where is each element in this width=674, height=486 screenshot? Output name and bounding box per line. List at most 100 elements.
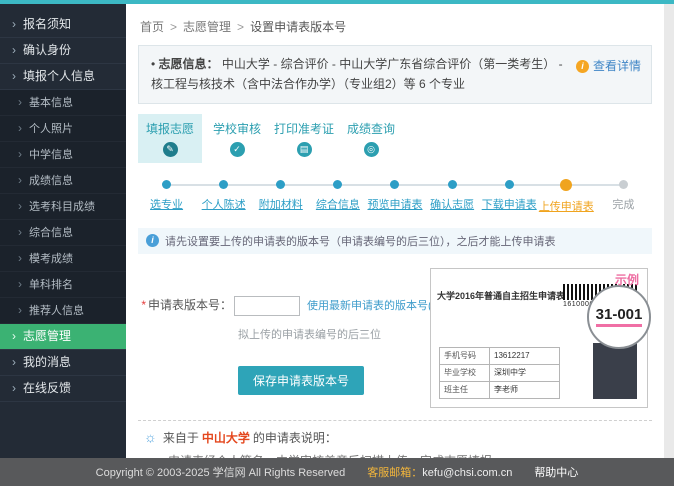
step-dot [447,179,457,189]
sidebar: › 报名须知 › 确认身份 › 填报个人信息 › 基本信息 › 个人照片 › 中学信息 › 成… [0,4,126,458]
sidebar-item-label: 中学信息 [29,149,73,161]
step-label[interactable]: 下载申请表 [481,196,538,212]
sidebar-item-label: 模考成绩 [29,253,73,265]
sidebar-item-personal-info[interactable]: › 填报个人信息 [0,64,126,90]
sidebar-item-photo[interactable]: › 个人照片 [0,116,126,142]
tab-print-ticket[interactable]: 打印准考证 ▤ [272,114,336,163]
check-icon: ✓ [229,141,245,157]
sidebar-item-subject-rank[interactable]: › 单科排名 [0,272,126,298]
step-dot [390,179,400,189]
version-field-label: * 申请表版本号： [141,297,232,312]
table-row: 班主任 李老师 [439,380,560,399]
sidebar-item-label: 我的消息 [23,355,72,369]
sidebar-item-notice[interactable]: › 报名须知 [0,12,126,38]
chevron-right-icon: › [18,225,22,239]
chevron-right-icon: › [18,147,22,161]
step-dot [219,179,229,189]
sidebar-item-label: 报名须知 [23,17,72,31]
tab-label: 填报志愿 [145,121,194,136]
main-content: 首页 > 志愿管理 > 设置申请表版本号 • 志愿信息： 中山大学 - 综合评价 - 中… [126,4,664,458]
sidebar-item-mock-scores[interactable]: › 模考成绩 [0,246,126,272]
tab-label: 学校审核 [212,121,261,136]
help-center-link[interactable]: 帮助中心 [534,464,578,480]
version-input[interactable] [234,295,300,316]
chevron-right-icon: › [18,251,22,265]
tab-fill-volunteer[interactable]: 填报志愿 ✎ [138,113,202,163]
sidebar-item-label: 填报个人信息 [23,69,96,83]
step-preview-form: 预览申请表 [366,179,423,214]
step-additional-materials: 附加材料 [252,179,309,214]
step-personal-statement: 个人陈述 [195,179,252,214]
print-icon: ▤ [296,141,312,157]
sidebar-item-recommender[interactable]: › 推荐人信息 [0,298,126,324]
tip-bulb-icon: ☼ [144,429,157,446]
step-label[interactable]: 个人陈述 [195,196,252,212]
sidebar-item-volunteer-management[interactable]: › 志愿管理 [0,324,126,350]
step-label[interactable]: 选专业 [138,196,195,212]
sidebar-item-feedback[interactable]: › 在线反馈 [0,376,126,402]
step-label[interactable]: 附加材料 [252,196,309,212]
sidebar-item-score-info[interactable]: › 成绩信息 [0,168,126,194]
save-version-button[interactable]: 保存申请表版本号 [238,365,365,395]
sidebar-item-label: 基本信息 [29,97,73,109]
tab-score-query[interactable]: 成绩查询 ◎ [339,114,403,163]
sample-tag: 示例 [614,272,639,287]
sidebar-item-label: 确认身份 [23,43,72,57]
volunteer-info-text: • 志愿信息： 中山大学 - 综合评价 - 中山大学广东省综合评价（第一类考生）… [151,54,576,95]
tip-title: 来自于 中山大学 的申请表说明： [162,430,337,445]
info-icon: i [575,59,589,73]
step-upload-form: 上传申请表 [538,178,595,214]
form-description: ☼ 来自于中山大学的申请表说明： 申请表经个人签名、中学审核盖章后扫描上传，完成… [138,421,652,458]
sample-cell-value: 13612217 [489,346,560,365]
step-confirm-volunteer: 确认志愿 [424,179,481,214]
progress-stepper: 选专业 个人陈述 附加材料 综合信息 预览申请表 确认志愿 下载申请表 上传申请… [138,178,652,214]
step-finish: 完成 [595,179,652,214]
step-label[interactable]: 确认志愿 [424,196,481,212]
contact-label: 客服邮箱： [367,467,423,479]
sample-cell-label: 手机号码 [439,346,490,365]
sidebar-item-label: 推荐人信息 [29,305,84,317]
sidebar-item-label: 在线反馈 [23,381,72,395]
breadcrumb-home[interactable]: 首页 [140,20,164,34]
volunteer-info-box: • 志愿信息： 中山大学 - 综合评价 - 中山大学广东省综合评价（第一类考生）… [138,45,652,104]
sidebar-item-identity[interactable]: › 确认身份 [0,38,126,64]
sidebar-item-messages[interactable]: › 我的消息 [0,350,126,376]
step-comprehensive-info: 综合信息 [309,179,366,214]
sidebar-item-subject-scores[interactable]: › 选考科目成绩 [0,194,126,220]
copyright-text: Copyright © 2003-2025 学信网 All Rights Res… [95,467,346,479]
chevron-right-icon: › [18,121,22,135]
notice-text: 请先设置要上传的申请表的版本号（申请表编号的后三位），之后才能上传申请表 [165,235,556,248]
magnifier-circle-icon: 31-001 [587,284,651,349]
version-hint-right: 使用最新申请表的版本号(001) [307,299,430,312]
sample-cell-value: 深圳中学 [489,363,560,382]
contact-email-link[interactable]: kefu@chsi.com.cn [422,467,512,479]
sample-cell-label: 毕业学校 [439,363,490,382]
chevron-right-icon: › [12,43,16,57]
tab-label: 成绩查询 [346,121,395,136]
step-choose-major: 选专业 [138,179,195,214]
step-label[interactable]: 预览申请表 [366,196,423,212]
breadcrumb-volunteer[interactable]: 志愿管理 [183,20,231,34]
contact: 客服邮箱：kefu@chsi.com.cn [367,464,512,480]
university-name: 中山大学 [201,430,250,445]
step-label[interactable]: 综合信息 [309,196,366,212]
sidebar-item-basic-info[interactable]: › 基本信息 [0,90,126,116]
chevron-right-icon: › [18,303,22,317]
version-form: *申请表版本号： 使用最新申请表的版本号(001) 拟上传的申请表编号的后三位 保… [138,268,430,408]
sidebar-item-label: 个人照片 [29,123,73,135]
version-hint-below: 拟上传的申请表编号的后三位 [238,328,381,341]
chevron-right-icon: › [18,277,22,291]
chevron-right-icon: › [18,173,22,187]
footer: Copyright © 2003-2025 学信网 All Rights Res… [0,458,674,486]
view-detail-link[interactable]: i 查看详情 [575,56,641,76]
table-row: 手机号码 13612217 [439,346,560,365]
chevron-right-icon: › [18,199,22,213]
sidebar-item-school-info[interactable]: › 中学信息 [0,142,126,168]
step-label[interactable]: 上传申请表 [538,198,595,214]
volunteer-info-label: 志愿信息： [158,57,219,71]
tab-school-review[interactable]: 学校审核 ✓ [205,114,269,163]
step-dot [333,179,343,189]
photo-placeholder [593,342,637,399]
sidebar-item-comprehensive-info[interactable]: › 综合信息 [0,220,126,246]
breadcrumb-separator: > [237,20,245,34]
